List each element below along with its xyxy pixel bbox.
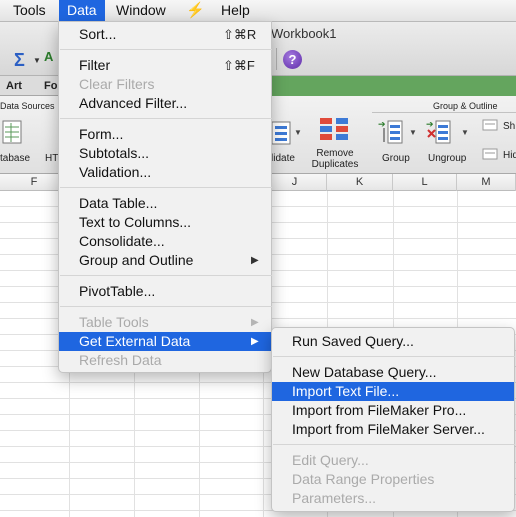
menu-separator [60, 118, 272, 119]
menu-separator [60, 275, 272, 276]
remove-duplicates-label-line1[interactable]: Remove [306, 148, 364, 159]
menu-item-run-saved-query[interactable]: Run Saved Query... [272, 332, 514, 351]
ribbon-tabs-accent [268, 76, 516, 96]
menu-item-consolidate[interactable]: Consolidate... [59, 232, 271, 251]
autosum-dropdown-icon[interactable]: ▼ [33, 56, 41, 65]
menu-item-group-and-outline[interactable]: Group and Outline ▶ [59, 251, 271, 270]
hide-detail-label[interactable]: Hid [503, 150, 516, 161]
menu-item-label: Sort... [79, 26, 117, 42]
autosum-icon[interactable]: Σ [14, 50, 25, 71]
menu-item-advanced-filter[interactable]: Advanced Filter... [59, 94, 271, 113]
menu-item-label: Filter [79, 57, 111, 73]
svg-text:➔: ➔ [378, 119, 386, 129]
show-detail-label[interactable]: Sh [503, 121, 515, 132]
group-data-sources-label: Data Sources [0, 101, 55, 111]
remove-duplicates-label-line2[interactable]: Duplicates [306, 159, 364, 170]
menu-item-get-external-data[interactable]: Get External Data ▶ [59, 332, 271, 351]
group-dropdown-icon[interactable]: ▼ [409, 128, 417, 137]
hide-detail-icon[interactable] [482, 147, 500, 161]
menu-item-subtotals[interactable]: Subtotals... [59, 144, 271, 163]
remove-duplicates-icon[interactable] [318, 116, 352, 146]
consolidate-dropdown-icon[interactable]: ▼ [294, 128, 302, 137]
menu-tools[interactable]: Tools [5, 0, 54, 22]
database-button-label[interactable]: tabase [0, 153, 30, 164]
menu-item-edit-query: Edit Query... [292, 452, 369, 468]
menu-help[interactable]: Help [213, 0, 258, 22]
menu-separator [60, 187, 272, 188]
menu-item-pivottable[interactable]: PivotTable... [59, 282, 271, 301]
menu-item-label: Group and Outline [79, 252, 194, 268]
menu-item-validation[interactable]: Validation... [59, 163, 271, 182]
svg-text:➔: ➔ [426, 119, 434, 129]
ungroup-button-label[interactable]: Ungroup [428, 153, 466, 164]
menu-item-import-text-file[interactable]: Import Text File... [272, 382, 514, 401]
menu-item-text-to-columns[interactable]: Text to Columns... [59, 213, 271, 232]
window-title: Workbook1 [271, 26, 337, 41]
menu-item-label: Table Tools [79, 314, 149, 330]
menu-item-parameters: Parameters... [292, 490, 377, 506]
menu-bar: Tools Data Window ⚡ Help [0, 0, 516, 22]
script-menu-icon[interactable]: ⚡ [178, 0, 213, 22]
group-divider [372, 112, 516, 113]
column-header-l[interactable]: L [393, 174, 457, 191]
sort-icon[interactable]: A [44, 49, 53, 64]
menu-item-form[interactable]: Form... [59, 125, 271, 144]
html-button-label[interactable]: HT [45, 153, 58, 164]
external-data-submenu: Run Saved Query... New Database Query...… [271, 327, 515, 512]
tab-smartart[interactable]: Art [0, 76, 28, 96]
menu-item-data-table[interactable]: Data Table... [59, 194, 271, 213]
toolbar-divider [276, 48, 277, 70]
show-detail-icon[interactable] [482, 118, 500, 132]
menu-item-sort[interactable]: Sort... ⇧⌘R [59, 25, 271, 44]
menu-item-label: Get External Data [79, 333, 191, 349]
menu-separator [273, 444, 515, 445]
submenu-arrow-icon: ▶ [251, 336, 259, 347]
group-outline-label: Group & Outline [433, 101, 498, 111]
menu-separator [273, 356, 515, 357]
menu-item-filter[interactable]: Filter ⇧⌘F [59, 56, 271, 75]
submenu-arrow-icon: ▶ [251, 317, 259, 328]
group-button-label[interactable]: Group [382, 153, 410, 164]
column-header-k[interactable]: K [327, 174, 393, 191]
ungroup-icon[interactable]: ➔ [426, 118, 456, 146]
consolidate-button-label[interactable]: lidate [271, 153, 295, 164]
menu-separator [60, 49, 272, 50]
menu-window[interactable]: Window [108, 0, 174, 22]
sort-shortcut: ⇧⌘R [223, 27, 257, 42]
ungroup-dropdown-icon[interactable]: ▼ [461, 128, 469, 137]
menu-item-clear-filters: Clear Filters [79, 76, 155, 92]
submenu-arrow-icon: ▶ [251, 255, 259, 266]
menu-item-import-filemaker-pro[interactable]: Import from FileMaker Pro... [272, 401, 514, 420]
menu-item-import-filemaker-server[interactable]: Import from FileMaker Server... [272, 420, 514, 439]
menu-item-data-range-properties: Data Range Properties [292, 471, 435, 487]
menu-separator [60, 306, 272, 307]
database-icon[interactable] [2, 118, 24, 146]
menu-data[interactable]: Data [59, 0, 105, 22]
menu-item-new-database-query[interactable]: New Database Query... [272, 363, 514, 382]
column-header-m[interactable]: M [457, 174, 516, 191]
data-menu: Sort... ⇧⌘R Filter ⇧⌘F Clear Filters Adv… [58, 21, 272, 373]
help-icon[interactable]: ? [283, 50, 302, 69]
menu-item-refresh-data: Refresh Data [79, 352, 162, 368]
filter-shortcut: ⇧⌘F [223, 58, 255, 73]
group-icon[interactable]: ➔ [378, 118, 408, 146]
menu-item-table-tools: Table Tools ▶ [59, 313, 271, 332]
column-header-j[interactable]: J [263, 174, 327, 191]
